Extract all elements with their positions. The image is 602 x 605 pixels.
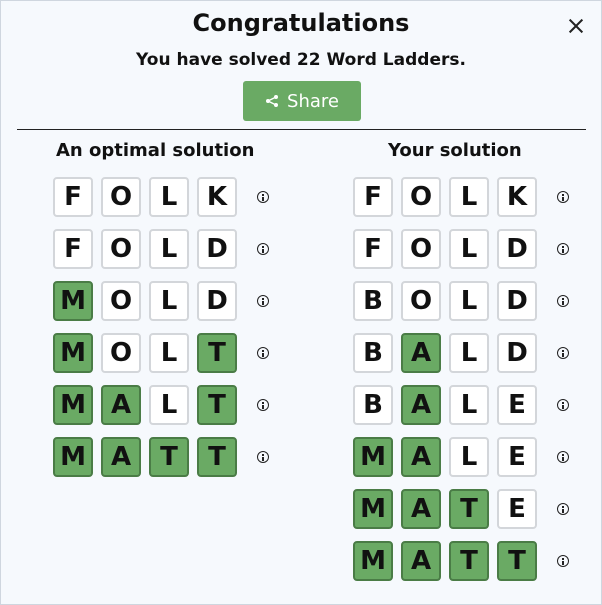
letter-tile: L — [149, 177, 189, 217]
info-icon[interactable] — [557, 399, 569, 411]
letter-tile: M — [53, 437, 93, 477]
letter-tile: K — [497, 177, 537, 217]
letter-tile: L — [149, 385, 189, 425]
info-icon[interactable] — [557, 191, 569, 203]
letter-tile: F — [353, 177, 393, 217]
optimal-solution-heading: An optimal solution — [56, 140, 255, 161]
congratulations-dialog: Congratulations You have solved 22 Word … — [0, 0, 602, 605]
info-icon[interactable] — [557, 451, 569, 463]
info-icon[interactable] — [557, 295, 569, 307]
share-button[interactable]: Share — [243, 81, 361, 121]
letter-tile: L — [149, 333, 189, 373]
ladder-row: FOLK — [353, 177, 569, 217]
letter-tile: O — [101, 177, 141, 217]
ladder-row: MATE — [353, 489, 569, 529]
ladder-row: MALT — [53, 385, 269, 425]
share-icon — [266, 95, 279, 107]
ladder-row: MATT — [353, 541, 569, 581]
letter-tile: L — [449, 229, 489, 269]
letter-tile: A — [101, 437, 141, 477]
info-icon[interactable] — [257, 347, 269, 359]
letter-tile: E — [497, 385, 537, 425]
letter-tile: A — [101, 385, 141, 425]
letter-tile: O — [401, 177, 441, 217]
close-icon[interactable] — [565, 15, 587, 37]
letter-tile: M — [53, 333, 93, 373]
letter-tile: O — [401, 281, 441, 321]
your-solution-heading: Your solution — [388, 140, 522, 161]
letter-tile: T — [497, 541, 537, 581]
letter-tile: T — [149, 437, 189, 477]
letter-tile: B — [353, 333, 393, 373]
letter-tile: M — [353, 437, 393, 477]
letter-tile: A — [401, 541, 441, 581]
letter-tile: L — [449, 437, 489, 477]
letter-tile: L — [449, 385, 489, 425]
letter-tile: L — [449, 177, 489, 217]
letter-tile: A — [401, 437, 441, 477]
letter-tile: E — [497, 437, 537, 477]
info-icon[interactable] — [257, 399, 269, 411]
letter-tile: F — [53, 229, 93, 269]
letter-tile: L — [449, 281, 489, 321]
info-icon[interactable] — [257, 243, 269, 255]
letter-tile: D — [497, 333, 537, 373]
info-icon[interactable] — [557, 243, 569, 255]
letter-tile: O — [401, 229, 441, 269]
letter-tile: T — [197, 437, 237, 477]
info-icon[interactable] — [257, 191, 269, 203]
ladder-row: BALD — [353, 333, 569, 373]
ladder-row: FOLK — [53, 177, 269, 217]
letter-tile: B — [353, 385, 393, 425]
ladder-row: FOLD — [53, 229, 269, 269]
ladder-row: MALE — [353, 437, 569, 477]
letter-tile: T — [197, 385, 237, 425]
info-icon[interactable] — [257, 451, 269, 463]
letter-tile: D — [197, 281, 237, 321]
letter-tile: L — [449, 333, 489, 373]
letter-tile: M — [53, 281, 93, 321]
letter-tile: T — [197, 333, 237, 373]
ladder-row: MATT — [53, 437, 269, 477]
info-icon[interactable] — [557, 555, 569, 567]
letter-tile: O — [101, 229, 141, 269]
ladder-row: MOLD — [53, 281, 269, 321]
letter-tile: F — [53, 177, 93, 217]
ladder-row: FOLD — [353, 229, 569, 269]
letter-tile: M — [353, 489, 393, 529]
letter-tile: F — [353, 229, 393, 269]
letter-tile: T — [449, 541, 489, 581]
share-label: Share — [287, 90, 339, 112]
ladder-row: MOLT — [53, 333, 269, 373]
letter-tile: T — [449, 489, 489, 529]
letter-tile: O — [101, 281, 141, 321]
letter-tile: D — [497, 281, 537, 321]
letter-tile: K — [197, 177, 237, 217]
letter-tile: M — [353, 541, 393, 581]
letter-tile: A — [401, 333, 441, 373]
letter-tile: A — [401, 489, 441, 529]
letter-tile: B — [353, 281, 393, 321]
info-icon[interactable] — [257, 295, 269, 307]
letter-tile: D — [497, 229, 537, 269]
letter-tile: D — [197, 229, 237, 269]
letter-tile: L — [149, 281, 189, 321]
dialog-title: Congratulations — [192, 9, 410, 37]
info-icon[interactable] — [557, 503, 569, 515]
solved-count-text: You have solved 22 Word Ladders. — [136, 50, 466, 70]
letter-tile: M — [53, 385, 93, 425]
letter-tile: E — [497, 489, 537, 529]
ladder-row: BALE — [353, 385, 569, 425]
letter-tile: L — [149, 229, 189, 269]
info-icon[interactable] — [557, 347, 569, 359]
letter-tile: O — [101, 333, 141, 373]
ladder-row: BOLD — [353, 281, 569, 321]
divider — [17, 129, 586, 130]
letter-tile: A — [401, 385, 441, 425]
